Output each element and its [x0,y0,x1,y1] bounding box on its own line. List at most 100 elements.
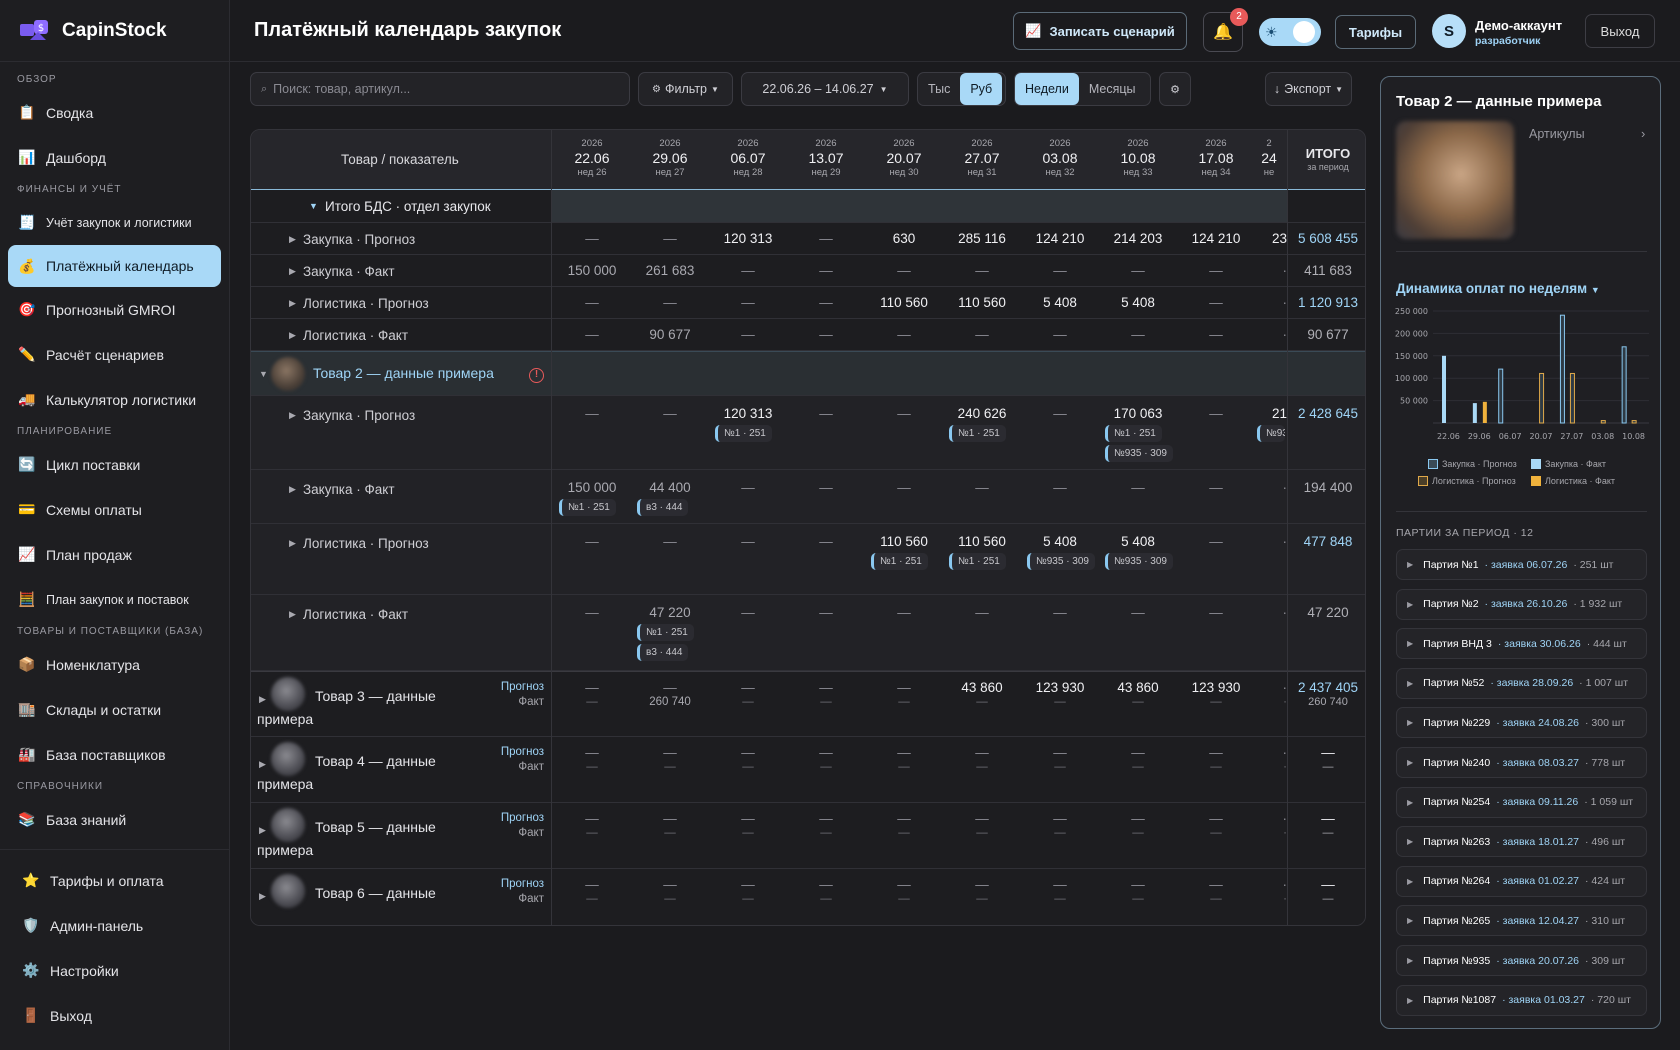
sidebar-item-admin[interactable]: 🛡️ Админ-панель [0,903,229,948]
party-item[interactable]: ▶ Партия №240 · заявка 08.03.27 · 778 шт [1396,747,1647,778]
chart-title-dropdown[interactable]: Динамика оплат по неделям ▼ [1396,281,1600,296]
sidebar-item-settings[interactable]: ⚙️ Настройки [0,948,229,993]
party-item[interactable]: ▶ Партия ВНД 3 · заявка 30.06.26 · 444 шт [1396,628,1647,660]
sidebar-item-suppliers[interactable]: 🏭 База поставщиков [0,732,229,777]
chevron-right-icon[interactable]: ▶ [259,891,266,902]
batch-chip[interactable]: в3 · 444 [637,499,689,516]
product-name[interactable]: Товар 3 — данные [315,688,436,704]
product-name[interactable]: Товар 6 — данные [315,885,436,901]
summary-row[interactable]: ▶ Закупка · Прогноз — — 120 313 — 630 285 116 12… [251,223,1365,255]
sidebar-item-sales-plan[interactable]: 📈 План продаж [0,532,229,577]
product-row[interactable]: ▶ Товар 3 — данные примера Прогноз Факт — — — — —… [251,671,1365,737]
avatar[interactable]: S [1432,14,1466,48]
party-item[interactable]: ▶ Партия №1087 · заявка 01.03.27 · 720 шт [1396,984,1647,1016]
chevron-right-icon[interactable]: ▶ [289,234,296,245]
sidebar-item-scenarios[interactable]: ✏️ Расчёт сценариев [0,332,229,377]
summary-row[interactable]: ▶ Закупка · Факт 150 000 261 683 — — — — — — — · 411… [251,255,1365,287]
theme-toggle[interactable]: ☀ [1259,18,1321,46]
batch-chip[interactable]: №935 · 309 [1105,553,1173,570]
alert-icon[interactable]: ! [529,368,544,383]
party-item[interactable]: ▶ Партия №935 · заявка 20.07.26 · 309 шт [1396,945,1647,976]
period-months-option[interactable]: Месяцы [1079,73,1146,105]
chevron-right-icon[interactable]: ▶ [289,266,296,277]
chevron-right-icon[interactable]: ▶ [289,538,296,549]
period-switch[interactable]: Недели Месяцы [1014,72,1151,106]
logo[interactable]: $ CapinStock [0,0,229,62]
party-item[interactable]: ▶ Партия №263 · заявка 18.01.27 · 496 шт [1396,826,1647,858]
product-detail-row[interactable]: ▶ Логистика · Факт — 47 220 — — — — — — — · №1 · 251… [251,595,1365,671]
sidebar-item-payment-calendar[interactable]: 💰 Платёжный календарь [8,245,221,287]
party-item[interactable]: ▶ Партия №2 · заявка 26.10.26 · 1 932 шт [1396,588,1647,620]
product-row[interactable]: ▼ Товар 2 — данные примера! [251,351,1365,396]
party-item[interactable]: ▶ Партия №264 · заявка 01.02.27 · 424 шт [1396,865,1647,897]
product-row[interactable]: ▶ Товар 5 — данные примера Прогноз Факт — — — — —… [251,803,1365,869]
sidebar-item-nomenclature[interactable]: 📦 Номенклатура [0,642,229,687]
product-name[interactable]: Товар 5 — данные [315,819,436,835]
batch-chip[interactable]: №1 · 251 [871,553,928,570]
chevron-right-icon[interactable]: › [1641,126,1645,141]
articles-link[interactable]: Артикулы [1529,127,1585,141]
period-weeks-option[interactable]: Недели [1015,73,1079,105]
summary-row[interactable]: ▶ Логистика · Факт — 90 677 — — — — — — — · 90 677 [251,319,1365,351]
batch-chip[interactable]: №1 · 251 [559,499,616,516]
chevron-right-icon[interactable]: ▶ [289,330,296,341]
batch-chip[interactable]: в3 · 444 [637,644,689,661]
sidebar-item-warehouses[interactable]: 🏬 Склады и остатки [0,687,229,732]
logout-button[interactable]: Выход [1585,14,1655,48]
tariffs-button[interactable]: Тарифы [1335,15,1416,49]
product-name[interactable]: Товар 4 — данные [315,753,436,769]
sidebar-item-gmroi[interactable]: 🎯 Прогнозный GMROI [0,287,229,332]
sidebar-item-payment-schemes[interactable]: 💳 Схемы оплаты [0,487,229,532]
batch-chip[interactable]: №935 · 309 [1105,445,1173,462]
unit-thousand-option[interactable]: Тыс [918,73,960,105]
chevron-right-icon[interactable]: ▶ [259,825,266,836]
product-detail-row[interactable]: ▶ Закупка · Прогноз — — 120 313 — — 240 626 — 170… [251,396,1365,470]
chevron-right-icon[interactable]: ▶ [289,609,296,620]
batch-chip[interactable]: №935 · 309 [1027,553,1095,570]
chevron-down-icon[interactable]: ▼ [309,201,318,211]
filter-button[interactable]: ⚙ Фильтр ▼ [638,72,733,106]
sidebar-item-logout[interactable]: 🚪 Выход [0,993,229,1038]
batch-chip[interactable]: №93 [1257,425,1285,442]
party-item[interactable]: ▶ Партия №52 · заявка 28.09.26 · 1 007 шт [1396,667,1647,699]
chevron-down-icon[interactable]: ▼ [259,369,268,379]
batch-chip[interactable]: №1 · 251 [715,425,772,442]
batch-chip[interactable]: №1 · 251 [637,624,694,641]
party-item[interactable]: ▶ Партия №254 · заявка 09.11.26 · 1 059 шт [1396,786,1647,818]
record-scenario-button[interactable]: 📈 Записать сценарий [1013,12,1187,50]
date-range-select[interactable]: 22.06.26 – 14.06.27 ▼ [741,72,909,106]
sidebar-item-purchases[interactable]: 🧾 Учёт закупок и логистики [0,200,229,245]
summary-row[interactable]: ▶ Логистика · Прогноз — — — — 110 560 110 560 5 … [251,287,1365,319]
chevron-right-icon[interactable]: ▶ [289,298,296,309]
sidebar-item-dashboard[interactable]: 📊 Дашборд [0,135,229,180]
sidebar-item-purchase-plan[interactable]: 🧮 План закупок и поставок [0,577,229,622]
product-name[interactable]: Товар 2 — данные примера [313,365,494,381]
chevron-right-icon[interactable]: ▶ [259,759,266,770]
batch-chip[interactable]: №1 · 251 [949,425,1006,442]
sidebar-item-tariffs[interactable]: ⭐ Тарифы и оплата [0,858,229,903]
party-item[interactable]: ▶ Партия №229 · заявка 24.08.26 · 300 шт [1396,707,1647,739]
sidebar-item-supply-cycle[interactable]: 🔄 Цикл поставки [0,442,229,487]
sidebar-item-summary[interactable]: 📋 Сводка [0,90,229,135]
batch-chip[interactable]: №1 · 251 [949,553,1006,570]
party-item[interactable]: ▶ Партия №265 · заявка 12.04.27 · 310 шт [1396,905,1647,937]
party-name: Партия №263 [1423,835,1491,848]
settings-button[interactable]: ⚙ [1159,72,1191,106]
chevron-right-icon[interactable]: ▶ [259,694,266,705]
notifications-button[interactable]: 🔔 2 [1203,8,1248,52]
product-row[interactable]: ▶ Товар 4 — данные примера Прогноз Факт — — — — —… [251,737,1365,803]
group-total-row[interactable]: ▼ Итого БДС · отдел закупок [251,190,1365,223]
batch-chip[interactable]: №1 · 251 [1105,425,1162,442]
sidebar-item-knowledge[interactable]: 📚 База знаний [0,797,229,842]
chevron-right-icon[interactable]: ▶ [289,410,296,421]
party-item[interactable]: ▶ Партия №1 · заявка 06.07.26 · 251 шт [1396,549,1647,580]
search-input[interactable]: ⌕ Поиск: товар, артикул... [250,72,630,106]
product-detail-row[interactable]: ▶ Закупка · Факт 150 000 44 400 — — — — — — — · №1 ·… [251,470,1365,524]
unit-switch[interactable]: Тыс Руб [917,72,1006,106]
product-row[interactable]: ▶ Товар 6 — данные Прогноз Факт — — — — — — — — — · — —… [251,869,1365,925]
product-detail-row[interactable]: ▶ Логистика · Прогноз — — — — 110 560 110 560 5 … [251,524,1365,595]
export-button[interactable]: ↓ Экспорт ▼ [1265,72,1352,106]
chevron-right-icon[interactable]: ▶ [289,484,296,495]
unit-rub-option[interactable]: Руб [960,73,1003,105]
sidebar-item-logistics-calc[interactable]: 🚚 Калькулятор логистики [0,377,229,422]
